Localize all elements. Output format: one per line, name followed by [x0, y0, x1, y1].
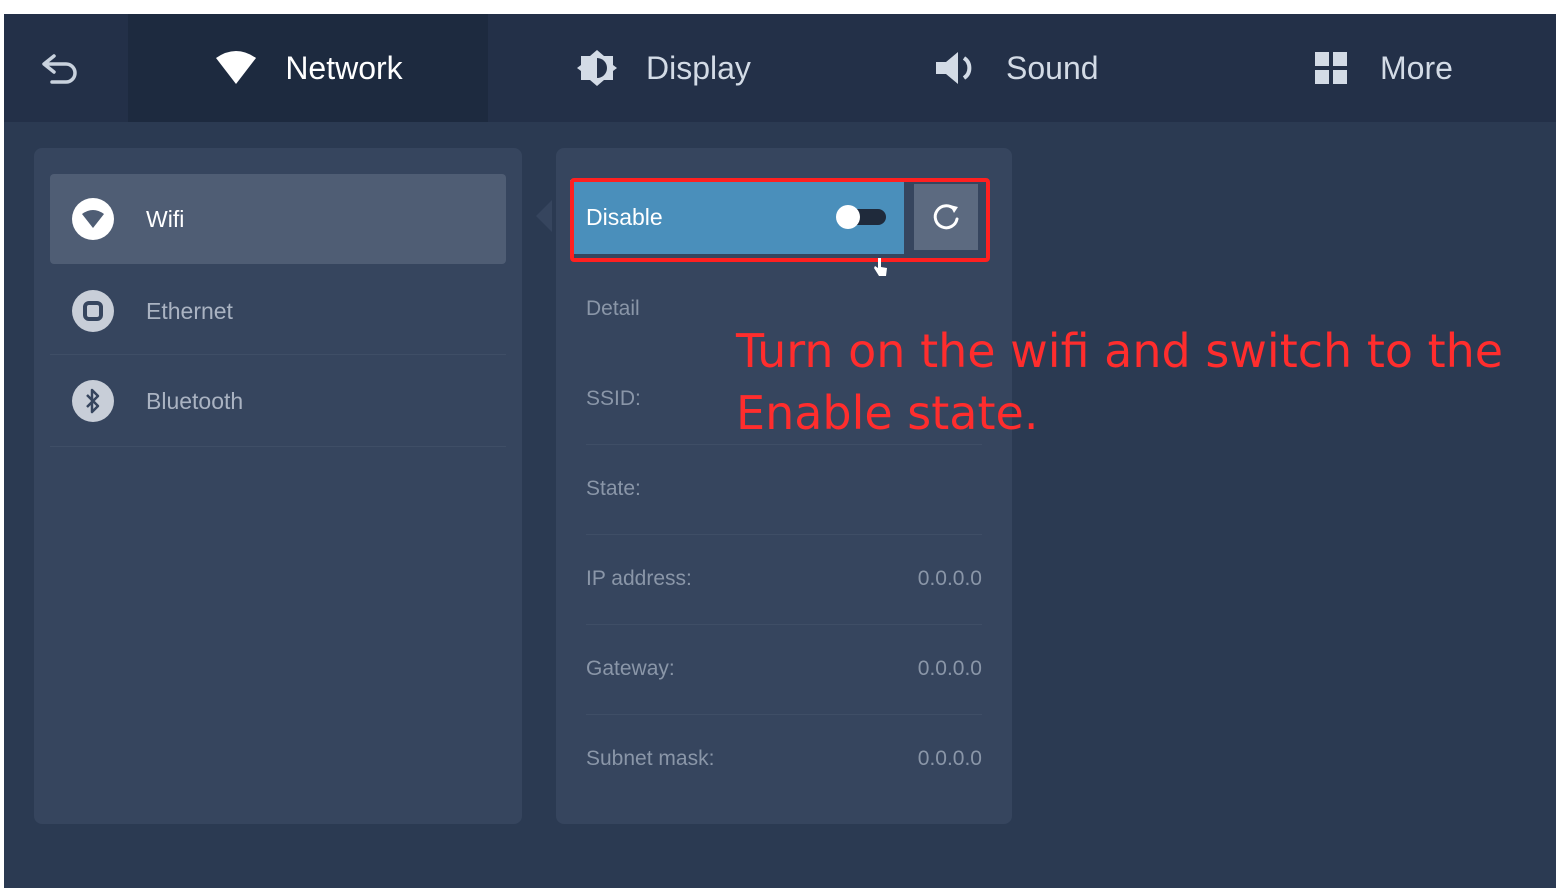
sidebar-item-ethernet[interactable]: Ethernet	[50, 266, 506, 356]
tab-more[interactable]: More	[1308, 14, 1453, 122]
detail-label: Gateway:	[586, 657, 675, 680]
sidebar-item-bluetooth[interactable]: Bluetooth	[50, 356, 506, 446]
detail-label: State:	[586, 477, 641, 500]
detail-row-state: State:	[586, 444, 982, 534]
tab-network-label: Network	[285, 49, 403, 86]
wifi-icon	[72, 198, 114, 240]
detail-label: IP address:	[586, 567, 692, 590]
panel-pointer	[536, 200, 552, 232]
bluetooth-icon	[72, 380, 114, 422]
tab-sound[interactable]: Sound	[934, 14, 1099, 122]
detail-value: 0.0.0.0	[917, 657, 982, 680]
detail-label: Subnet mask:	[586, 747, 715, 770]
divider	[50, 354, 506, 355]
detail-value: 0.0.0.0	[917, 567, 982, 590]
tab-display[interactable]: Display	[574, 14, 751, 122]
top-tab-bar: Network Display Sound More	[4, 14, 1556, 122]
divider	[50, 446, 506, 447]
detail-heading: Detail	[586, 297, 640, 320]
highlight-box	[570, 178, 990, 262]
detail-value: 0.0.0.0	[917, 747, 982, 770]
detail-row-gateway: Gateway: 0.0.0.0	[586, 624, 982, 714]
detail-row-ip-address: IP address: 0.0.0.0	[586, 534, 982, 624]
wifi-icon	[213, 45, 259, 91]
ethernet-icon	[72, 290, 114, 332]
settings-screen: Network Display Sound More Wifi Ethernet…	[4, 14, 1556, 888]
sidebar-item-label: Ethernet	[146, 297, 233, 324]
tab-sound-label: Sound	[1006, 49, 1099, 86]
sidebar-item-wifi[interactable]: Wifi	[50, 174, 506, 264]
tab-more-label: More	[1380, 49, 1453, 86]
back-button[interactable]	[32, 44, 88, 94]
detail-row-subnet-mask: Subnet mask: 0.0.0.0	[586, 714, 982, 804]
speaker-icon	[934, 45, 980, 91]
back-arrow-icon	[42, 54, 77, 84]
sidebar-item-label: Wifi	[146, 205, 185, 232]
detail-label: SSID:	[586, 387, 641, 410]
tab-network[interactable]: Network	[128, 14, 488, 122]
instruction-annotation: Turn on the wifi and switch to the Enabl…	[736, 324, 1504, 440]
tab-display-label: Display	[646, 49, 751, 86]
sidebar-item-label: Bluetooth	[146, 387, 244, 414]
brightness-icon	[574, 45, 620, 91]
grid-icon	[1308, 45, 1354, 91]
